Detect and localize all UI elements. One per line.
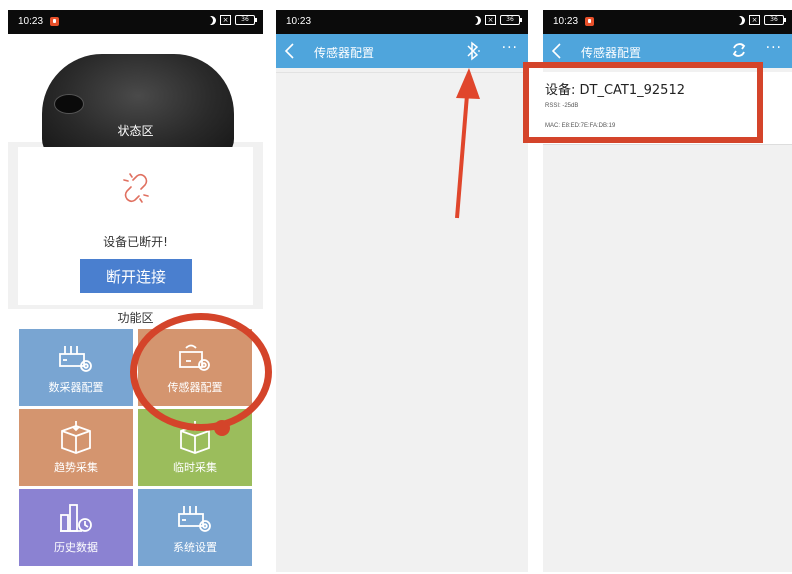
tile-history-data[interactable]: 历史数据 xyxy=(19,489,133,566)
status-time: 10:23 xyxy=(553,16,579,27)
moon-icon xyxy=(736,16,745,25)
highlight-circle xyxy=(130,313,272,431)
connection-status-message: 设备已断开! xyxy=(103,235,168,249)
recording-icon xyxy=(50,17,59,26)
close-box-icon: × xyxy=(485,15,496,25)
more-menu-icon[interactable]: ··· xyxy=(766,40,782,56)
recording-icon xyxy=(585,17,594,26)
tile-label: 历史数据 xyxy=(54,541,98,554)
moon-icon xyxy=(207,16,216,25)
page-title: 传感器配置 xyxy=(314,46,375,60)
close-box-icon: × xyxy=(220,15,231,25)
tile-label: 趋势采集 xyxy=(54,461,98,474)
refresh-icon[interactable] xyxy=(731,41,747,59)
disconnect-button[interactable]: 断开连接 xyxy=(80,259,192,293)
status-time: 10:23 xyxy=(286,16,312,27)
box-download-icon xyxy=(61,421,91,454)
more-menu-icon[interactable]: ··· xyxy=(502,40,518,56)
tile-system-settings[interactable]: 系统设置 xyxy=(138,489,252,566)
battery-icon: 36 xyxy=(764,15,786,25)
status-bar: 10:23 × 36 xyxy=(276,10,528,34)
device-list-area xyxy=(276,72,528,572)
tile-label: 数采器配置 xyxy=(48,381,104,394)
tile-label: 系统设置 xyxy=(173,541,217,554)
gateway-gear-icon xyxy=(59,346,92,372)
status-area: 状态区 xyxy=(8,34,263,159)
close-box-icon: × xyxy=(749,15,760,25)
highlight-dot xyxy=(214,420,230,436)
phone-screen-main: 10:23 × 36 状态区 设备已断开! 断开连接 功能区 数采器配置 传感器… xyxy=(8,10,263,572)
status-time: 10:23 xyxy=(18,16,44,27)
status-area-label: 状态区 xyxy=(117,124,154,138)
moon-icon xyxy=(472,16,481,25)
broken-link-icon xyxy=(123,173,149,203)
highlight-box xyxy=(523,62,763,143)
battery-icon: 36 xyxy=(235,15,257,25)
phone-screen-sensor-config: 10:23 × 36 传感器配置 ··· xyxy=(276,10,528,572)
battery-icon: 36 xyxy=(500,15,522,25)
status-bar: 10:23 × 36 xyxy=(8,10,263,34)
device-list-area xyxy=(543,72,792,572)
gateway-gear-icon xyxy=(178,506,211,532)
tile-label: 临时采集 xyxy=(173,461,217,474)
back-arrow-icon[interactable] xyxy=(551,43,563,59)
app-bar: 传感器配置 ··· xyxy=(276,34,528,68)
page-title: 传感器配置 xyxy=(581,46,642,60)
tile-trend-collection[interactable]: 趋势采集 xyxy=(19,409,133,486)
bluetooth-icon[interactable] xyxy=(466,41,480,61)
back-arrow-icon[interactable] xyxy=(284,43,296,59)
connection-card: 设备已断开! 断开连接 xyxy=(18,147,253,305)
tile-collector-config[interactable]: 数采器配置 xyxy=(19,329,133,406)
device-image xyxy=(42,54,234,159)
status-bar: 10:23 × 36 xyxy=(543,10,792,34)
chart-clock-icon xyxy=(60,504,92,532)
